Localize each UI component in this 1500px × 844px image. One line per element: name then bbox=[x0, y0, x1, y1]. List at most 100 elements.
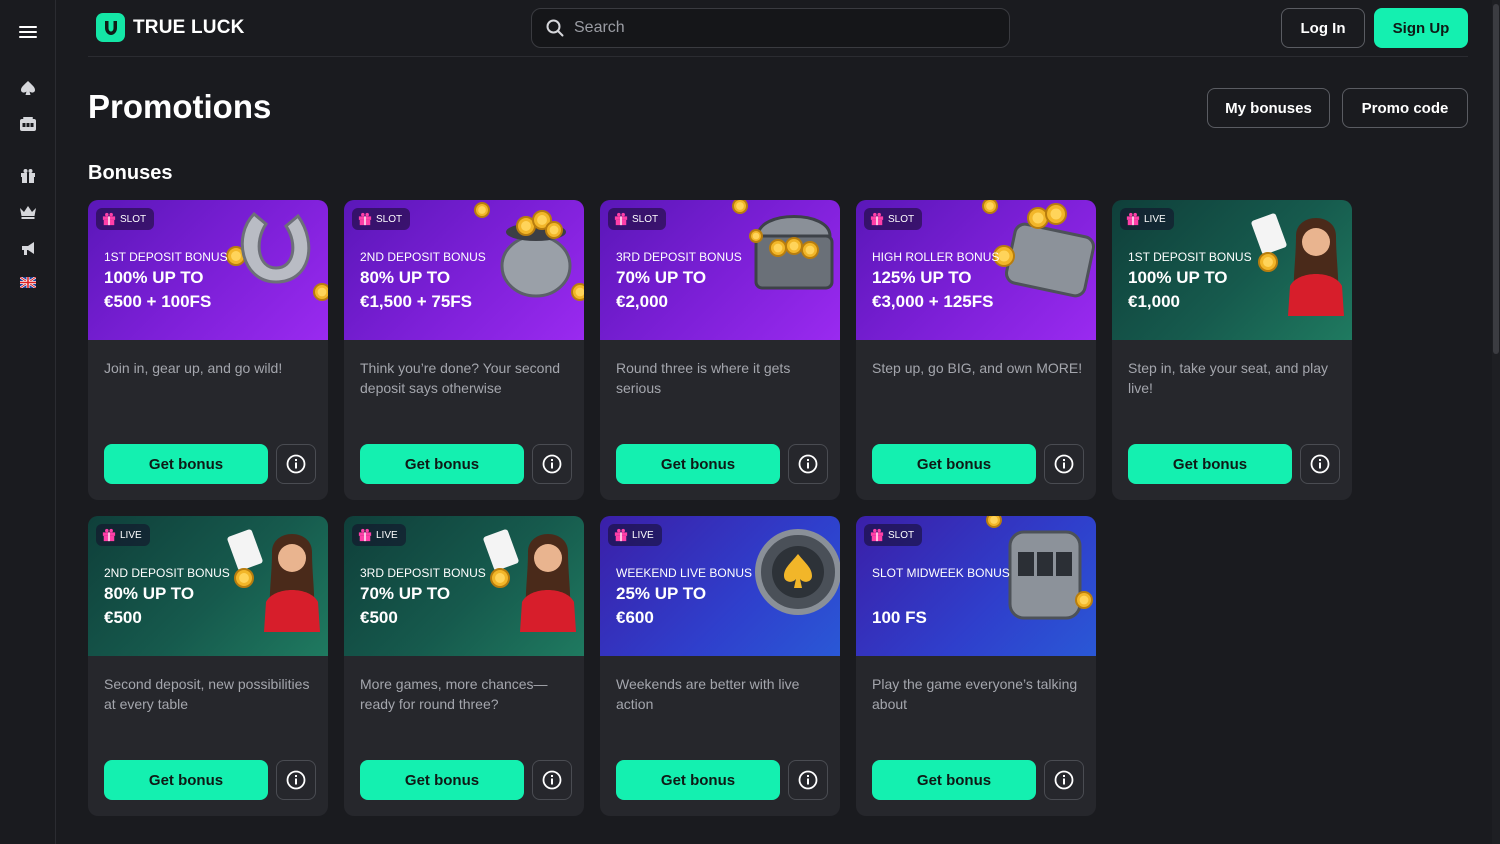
bonus-card[interactable]: SLOT 3RD DEPOSIT BONUS 70% UP TO €2,000 … bbox=[600, 200, 840, 500]
bonus-title: 1ST DEPOSIT BONUS bbox=[104, 250, 228, 264]
bonus-card[interactable]: LIVE WEEKEND LIVE BONUS 25% UP TO €600 W… bbox=[600, 516, 840, 816]
megaphone-icon[interactable] bbox=[0, 234, 56, 262]
category-label: SLOT bbox=[888, 213, 915, 225]
section-title: Bonuses bbox=[88, 162, 173, 184]
spade-icon[interactable] bbox=[0, 74, 56, 102]
bonus-banner[interactable]: LIVE 2ND DEPOSIT BONUS 80% UP TO €500 bbox=[88, 516, 328, 656]
category-label: SLOT bbox=[376, 213, 403, 225]
get-bonus-button[interactable]: Get bonus bbox=[360, 444, 524, 484]
category-label: LIVE bbox=[1144, 213, 1166, 225]
category-tag: LIVE bbox=[352, 524, 406, 546]
hamburger-icon[interactable] bbox=[0, 18, 56, 46]
bonus-banner[interactable]: SLOT 3RD DEPOSIT BONUS 70% UP TO €2,000 bbox=[600, 200, 840, 340]
bonus-banner[interactable]: LIVE WEEKEND LIVE BONUS 25% UP TO €600 bbox=[600, 516, 840, 656]
search-icon bbox=[546, 19, 564, 37]
info-icon bbox=[1054, 770, 1074, 790]
bonus-banner[interactable]: LIVE 3RD DEPOSIT BONUS 70% UP TO €500 bbox=[344, 516, 584, 656]
get-bonus-button[interactable]: Get bonus bbox=[360, 760, 524, 800]
bonus-card[interactable]: LIVE 2ND DEPOSIT BONUS 80% UP TO €500 Se… bbox=[88, 516, 328, 816]
info-button[interactable] bbox=[276, 444, 316, 484]
get-bonus-button[interactable]: Get bonus bbox=[616, 760, 780, 800]
bonus-offer: 100% UP TO bbox=[104, 268, 204, 287]
gift-icon bbox=[614, 212, 628, 226]
bonus-card[interactable]: LIVE 3RD DEPOSIT BONUS 70% UP TO €500 Mo… bbox=[344, 516, 584, 816]
info-icon bbox=[798, 454, 818, 474]
signup-button[interactable]: Sign Up bbox=[1374, 8, 1468, 48]
info-icon bbox=[286, 770, 306, 790]
info-icon bbox=[542, 454, 562, 474]
info-button[interactable] bbox=[1300, 444, 1340, 484]
promo-code-button[interactable]: Promo code bbox=[1342, 88, 1468, 128]
get-bonus-button[interactable]: Get bonus bbox=[104, 444, 268, 484]
info-button[interactable] bbox=[788, 444, 828, 484]
bonus-offer: 100% UP TO bbox=[1128, 268, 1228, 287]
bonus-amount: 100 FS bbox=[872, 608, 927, 627]
bonus-title: 3RD DEPOSIT BONUS bbox=[616, 250, 742, 264]
scrollbar-thumb[interactable] bbox=[1493, 4, 1499, 354]
bonus-amount: €600 bbox=[616, 608, 654, 627]
bonus-description: Second deposit, new possibilities at eve… bbox=[104, 676, 310, 712]
bonus-card[interactable]: SLOT 2ND DEPOSIT BONUS 80% UP TO €1,500 … bbox=[344, 200, 584, 500]
info-button[interactable] bbox=[532, 760, 572, 800]
bonus-offer: 70% UP TO bbox=[360, 584, 451, 603]
info-button[interactable] bbox=[1044, 760, 1084, 800]
bonus-banner[interactable]: LIVE 1ST DEPOSIT BONUS 100% UP TO €1,000 bbox=[1112, 200, 1352, 340]
bonus-amount: €1,500 + 75FS bbox=[360, 292, 473, 311]
bonus-amount: €2,000 bbox=[616, 292, 668, 311]
category-tag: LIVE bbox=[96, 524, 150, 546]
gift-icon bbox=[870, 528, 884, 542]
info-button[interactable] bbox=[532, 444, 572, 484]
get-bonus-button[interactable]: Get bonus bbox=[872, 444, 1036, 484]
login-button[interactable]: Log In bbox=[1281, 8, 1365, 48]
bonus-card[interactable]: SLOT SLOT MIDWEEK BONUS 100 FS Play the … bbox=[856, 516, 1096, 816]
top-header: TRUE LUCK Log In Sign Up bbox=[88, 0, 1468, 57]
category-tag: SLOT bbox=[864, 524, 923, 546]
scrollbar[interactable] bbox=[1492, 0, 1500, 844]
info-icon bbox=[798, 770, 818, 790]
uk-flag-icon[interactable] bbox=[0, 268, 56, 296]
get-bonus-button[interactable]: Get bonus bbox=[104, 760, 268, 800]
info-icon bbox=[1310, 454, 1330, 474]
bonus-card[interactable]: SLOT HIGH ROLLER BONUS 125% UP TO €3,000… bbox=[856, 200, 1096, 500]
category-label: SLOT bbox=[120, 213, 147, 225]
info-button[interactable] bbox=[788, 760, 828, 800]
bonus-card[interactable]: SLOT 1ST DEPOSIT BONUS 100% UP TO €500 +… bbox=[88, 200, 328, 500]
crown-icon[interactable] bbox=[0, 198, 56, 226]
category-label: SLOT bbox=[888, 529, 915, 541]
bonus-description: Weekends are better with live action bbox=[616, 676, 800, 712]
my-bonuses-button[interactable]: My bonuses bbox=[1207, 88, 1330, 128]
info-button[interactable] bbox=[1044, 444, 1084, 484]
gift-icon bbox=[1126, 212, 1140, 226]
bonus-offer: 80% UP TO bbox=[104, 584, 195, 603]
category-label: LIVE bbox=[120, 529, 142, 541]
bonus-banner[interactable]: SLOT 1ST DEPOSIT BONUS 100% UP TO €500 +… bbox=[88, 200, 328, 340]
info-button[interactable] bbox=[276, 760, 316, 800]
horseshoe-logo-icon bbox=[96, 13, 125, 42]
brand-name: TRUE LUCK bbox=[133, 16, 245, 38]
gift-icon bbox=[614, 528, 628, 542]
slot-machine-icon[interactable] bbox=[0, 110, 56, 138]
brand-logo[interactable]: TRUE LUCK bbox=[96, 13, 245, 42]
search-input[interactable] bbox=[574, 19, 994, 37]
search-bar[interactable] bbox=[531, 8, 1010, 48]
info-icon bbox=[286, 454, 306, 474]
get-bonus-button[interactable]: Get bonus bbox=[872, 760, 1036, 800]
bonus-description: Round three is where it gets serious bbox=[616, 360, 791, 396]
gift-icon[interactable] bbox=[0, 162, 56, 190]
get-bonus-button[interactable]: Get bonus bbox=[616, 444, 780, 484]
bonus-banner[interactable]: SLOT 2ND DEPOSIT BONUS 80% UP TO €1,500 … bbox=[344, 200, 584, 340]
category-label: LIVE bbox=[632, 529, 654, 541]
get-bonus-button[interactable]: Get bonus bbox=[1128, 444, 1292, 484]
category-tag: LIVE bbox=[608, 524, 662, 546]
bonus-banner[interactable]: SLOT SLOT MIDWEEK BONUS 100 FS bbox=[856, 516, 1096, 656]
bonus-description: Join in, gear up, and go wild! bbox=[104, 360, 283, 376]
bonus-title: 2ND DEPOSIT BONUS bbox=[360, 250, 486, 264]
bonus-offer: 70% UP TO bbox=[616, 268, 707, 287]
category-tag: SLOT bbox=[96, 208, 155, 230]
bonus-card[interactable]: LIVE 1ST DEPOSIT BONUS 100% UP TO €1,000… bbox=[1112, 200, 1352, 500]
bonus-offer: 125% UP TO bbox=[872, 268, 972, 287]
bonus-description: Play the game everyone’s talking about bbox=[872, 676, 1078, 712]
sidebar bbox=[0, 0, 56, 844]
bonus-banner[interactable]: SLOT HIGH ROLLER BONUS 125% UP TO €3,000… bbox=[856, 200, 1096, 340]
bonus-title: 1ST DEPOSIT BONUS bbox=[1128, 250, 1252, 264]
